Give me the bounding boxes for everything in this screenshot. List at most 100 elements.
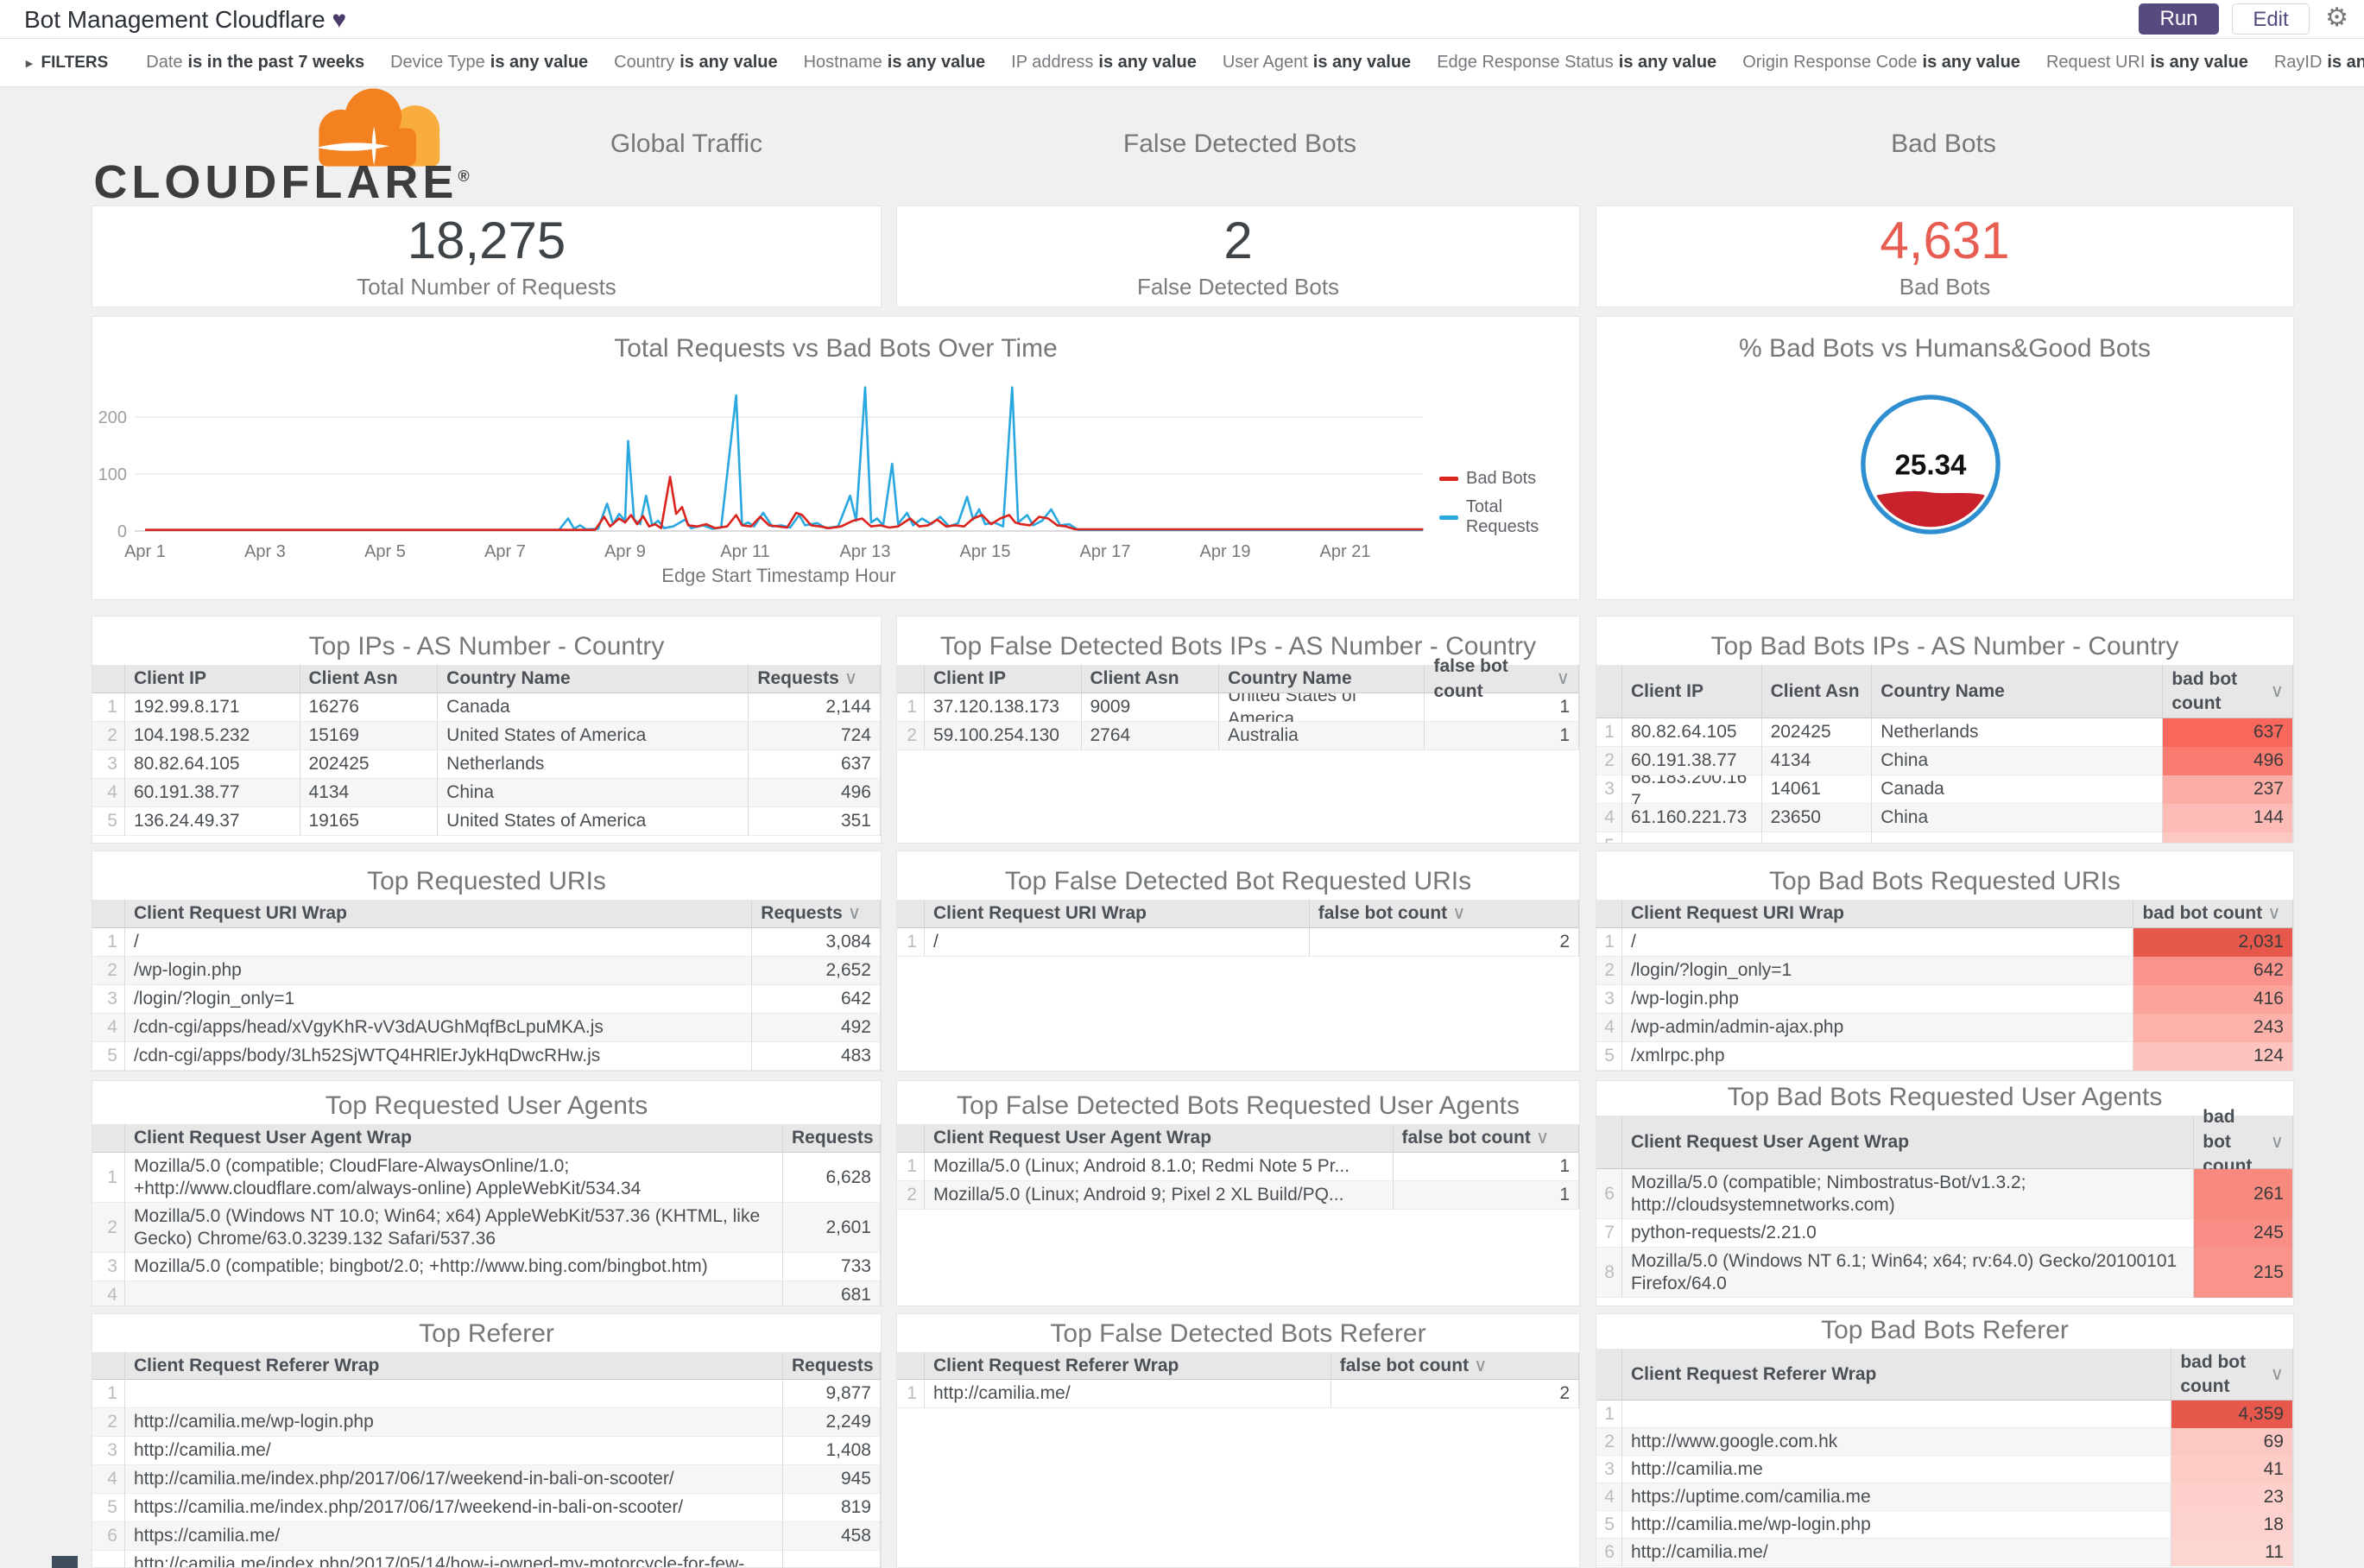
text-cell[interactable] [125, 1281, 784, 1306]
text-cell[interactable]: 104.198.5.232 [125, 722, 300, 750]
bad-bots-perctarget-gauge[interactable]: 25.34 [1859, 393, 2002, 536]
column-header[interactable]: Client Request User Agent Wrap [125, 1124, 783, 1153]
value-cell[interactable]: 4,359 [2171, 1400, 2293, 1428]
filter-item[interactable]: Origin Response Code is any value [1742, 53, 2020, 72]
text-cell[interactable]: Mozilla/5.0 (Windows NT 10.0; Win64; x64… [125, 1203, 784, 1253]
column-header[interactable]: Client Request Referer Wrap [1622, 1349, 2172, 1400]
column-header[interactable]: Country Name [438, 665, 749, 693]
filter-item[interactable]: Country is any value [614, 53, 777, 72]
value-cell[interactable]: 215 [2194, 1248, 2293, 1298]
text-cell[interactable]: /wp-login.php [1622, 985, 2134, 1014]
column-header[interactable]: Country Name [1219, 665, 1425, 693]
filters-toggle[interactable]: ▸ FILTERS [26, 54, 108, 73]
text-cell[interactable]: Australia [1219, 722, 1425, 750]
value-cell[interactable]: 245 [2194, 1219, 2293, 1248]
text-cell[interactable]: http://camilia.me/ [125, 1437, 784, 1465]
text-cell[interactable]: Mozilla/5.0 (Windows NT 6.1; Win64; x64;… [1622, 1248, 2195, 1298]
edit-button[interactable]: Edit [2232, 3, 2310, 35]
value-cell[interactable]: 124 [2133, 1042, 2293, 1071]
value-cell[interactable]: 496 [749, 779, 881, 807]
value-cell[interactable]: 41 [2171, 1456, 2293, 1483]
text-cell[interactable]: /wp-login.php [125, 957, 753, 985]
value-cell[interactable]: 9,877 [783, 1380, 881, 1408]
sort-header[interactable]: Requests ∨ [783, 1352, 881, 1380]
text-cell[interactable]: 61.160.221.73 [1622, 804, 1762, 832]
text-cell[interactable]: 59.100.254.130 [925, 722, 1082, 750]
text-cell[interactable]: 192.99.8.171 [125, 693, 300, 722]
text-cell[interactable]: 80.82.64.105 [1622, 718, 1762, 747]
text-cell[interactable]: /xmlrpc.php [1622, 1042, 2134, 1071]
text-cell[interactable]: 4134 [300, 779, 439, 807]
text-cell[interactable]: 9009 [1082, 693, 1220, 722]
column-header[interactable]: Client Request User Agent Wrap [925, 1124, 1394, 1153]
value-cell[interactable]: 2,652 [752, 957, 881, 985]
sort-header[interactable]: bad bot count ∨ [2194, 1107, 2293, 1176]
text-cell[interactable]: Mozilla/5.0 (Linux; Android 8.1.0; Redmi… [925, 1153, 1394, 1181]
column-header[interactable]: Client Request URI Wrap [125, 900, 753, 928]
scrollbar-thumb[interactable] [52, 1556, 78, 1568]
value-cell[interactable]: 2 [1310, 928, 1579, 957]
text-cell[interactable] [1872, 832, 2164, 843]
text-cell[interactable]: 37.120.138.173 [925, 693, 1082, 722]
value-cell[interactable]: 733 [783, 1253, 881, 1281]
value-cell[interactable]: 637 [749, 750, 881, 779]
text-cell[interactable] [1622, 1400, 2172, 1428]
gear-icon[interactable]: ⚙ [2325, 3, 2348, 33]
value-cell[interactable]: 18 [2171, 1511, 2293, 1539]
value-cell[interactable]: 819 [783, 1494, 881, 1522]
filter-item[interactable]: Date is in the past 7 weeks [146, 53, 364, 72]
sort-header[interactable]: false bot count ∨ [1331, 1352, 1579, 1380]
filter-item[interactable]: Hostname is any value [804, 53, 986, 72]
text-cell[interactable]: 15169 [300, 722, 439, 750]
column-header[interactable]: Client Asn [1082, 665, 1220, 693]
text-cell[interactable]: / [1622, 928, 2134, 957]
value-cell[interactable]: 237 [2163, 775, 2293, 804]
text-cell[interactable]: Canada [1872, 775, 2164, 804]
column-header[interactable]: Client Request Referer Wrap [925, 1352, 1331, 1380]
value-cell[interactable]: 23 [2171, 1483, 2293, 1511]
text-cell[interactable]: Mozilla/5.0 (compatible; Nimbostratus-Bo… [1622, 1169, 2195, 1219]
column-header[interactable]: Client Asn [300, 665, 439, 693]
text-cell[interactable]: /login/?login_only=1 [125, 985, 753, 1014]
text-cell[interactable]: 23650 [1762, 804, 1873, 832]
text-cell[interactable] [125, 1380, 784, 1408]
value-cell[interactable]: 2 [1331, 1380, 1579, 1408]
value-cell[interactable]: 637 [2163, 718, 2293, 747]
text-cell[interactable]: / [925, 928, 1310, 957]
value-cell[interactable]: 3,084 [752, 928, 881, 957]
text-cell[interactable]: python-requests/2.21.0 [1622, 1219, 2195, 1248]
text-cell[interactable]: China [1872, 747, 2164, 775]
value-cell[interactable]: 284 [783, 1551, 881, 1567]
value-cell[interactable]: 2,144 [749, 693, 881, 722]
value-cell[interactable]: 642 [2133, 957, 2293, 985]
value-cell[interactable]: 11 [2171, 1539, 2293, 1566]
value-cell[interactable]: 483 [752, 1042, 881, 1071]
filter-item[interactable]: RayIDis any value [2274, 53, 2364, 72]
text-cell[interactable]: http://camilia.me [1622, 1456, 2172, 1483]
text-cell[interactable] [1622, 832, 1762, 843]
value-cell[interactable] [2163, 832, 2293, 843]
text-cell[interactable]: United States of America [1219, 693, 1425, 722]
text-cell[interactable]: 16276 [300, 693, 439, 722]
text-cell[interactable]: https://uptime.com/camilia.me [1622, 1483, 2172, 1511]
text-cell[interactable]: 60.191.38.77 [125, 779, 300, 807]
sort-header[interactable]: Requests ∨ [752, 900, 881, 928]
column-header[interactable]: Client Request URI Wrap [925, 900, 1310, 928]
text-cell[interactable]: 14061 [1762, 775, 1873, 804]
text-cell[interactable]: http://camilia.me/index.php/2017/05/14/h… [125, 1551, 784, 1567]
text-cell[interactable]: Netherlands [438, 750, 749, 779]
value-cell[interactable]: 351 [749, 807, 881, 836]
sort-header[interactable]: bad bot count ∨ [2171, 1349, 2293, 1400]
text-cell[interactable]: 136.24.49.37 [125, 807, 300, 836]
text-cell[interactable] [1762, 832, 1873, 843]
filter-item[interactable]: Device Type is any value [390, 53, 588, 72]
value-cell[interactable]: 416 [2133, 985, 2293, 1014]
legend-item[interactable]: Total Requests [1439, 497, 1579, 537]
text-cell[interactable]: United States of America [438, 722, 749, 750]
text-cell[interactable]: Mozilla/5.0 (Linux; Android 9; Pixel 2 X… [925, 1181, 1394, 1210]
value-cell[interactable]: 1 [1394, 1181, 1579, 1210]
sort-header[interactable]: false bot count ∨ [1310, 900, 1579, 928]
value-cell[interactable]: 642 [752, 985, 881, 1014]
text-cell[interactable]: http://camilia.me/index.php/2017/06/17/w… [125, 1465, 784, 1494]
text-cell[interactable]: /login/?login_only=1 [1622, 957, 2134, 985]
